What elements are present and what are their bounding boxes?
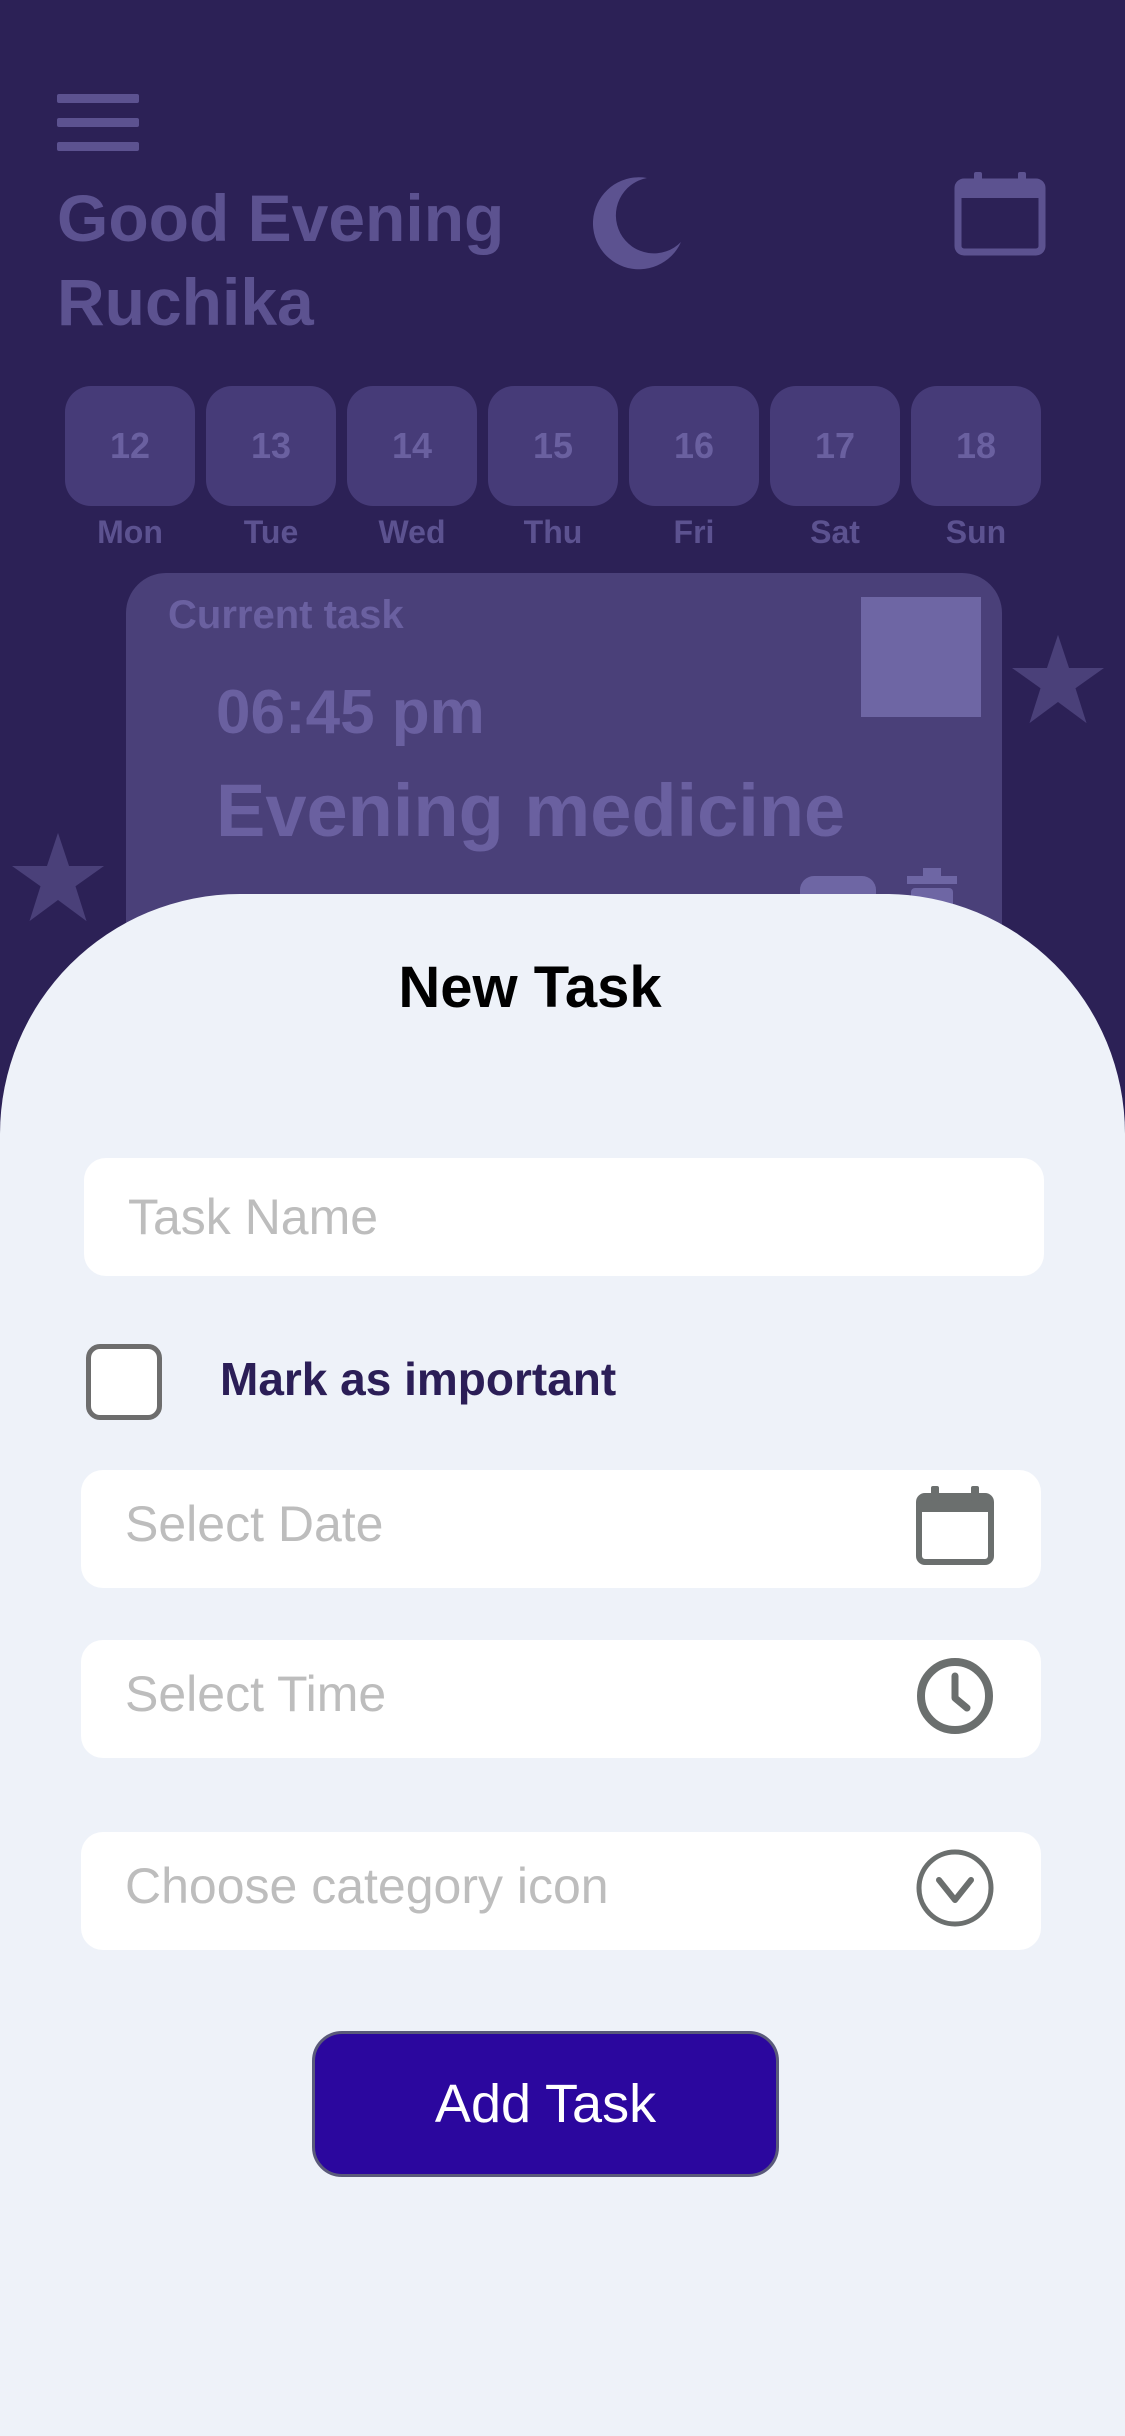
- sheet-title: New Task: [398, 955, 662, 1020]
- chevron-down-circle-icon[interactable]: [913, 1846, 997, 1930]
- current-task-label: Current task: [168, 593, 404, 637]
- select-time-placeholder: Select Time: [125, 1666, 387, 1722]
- day-name: Thu: [523, 514, 583, 550]
- select-time-field[interactable]: Select Time: [81, 1640, 1041, 1758]
- day-item[interactable]: 12 Mon: [65, 386, 195, 551]
- day-item[interactable]: 18 Sun: [911, 386, 1041, 551]
- add-task-button[interactable]: Add Task: [312, 2031, 779, 2177]
- select-date-placeholder: Select Date: [125, 1496, 384, 1552]
- day-date: 13: [206, 386, 336, 506]
- screen: Good Evening Ruchika 12 Mon 13 Tue 14 We…: [0, 0, 1125, 2436]
- day-name: Mon: [97, 514, 163, 550]
- day-name: Sat: [810, 514, 860, 550]
- day-item[interactable]: 14 Wed: [347, 386, 477, 551]
- calendar-icon[interactable]: [954, 172, 1046, 256]
- day-date: 17: [770, 386, 900, 506]
- day-name: Sun: [945, 514, 1007, 550]
- select-date-field[interactable]: Select Date: [81, 1470, 1041, 1588]
- clock-icon[interactable]: [913, 1654, 997, 1738]
- hamburger-menu-icon[interactable]: [57, 94, 139, 152]
- calendar-icon[interactable]: [913, 1484, 997, 1568]
- moon-icon: [592, 177, 681, 270]
- star-icon: [1012, 634, 1104, 724]
- greeting: Good Evening Ruchika: [57, 176, 577, 344]
- category-placeholder: Choose category icon: [125, 1858, 609, 1914]
- new-task-sheet: New Task Mark as important Select Date S…: [0, 894, 1125, 2436]
- day-name: Fri: [673, 514, 715, 550]
- day-date: 16: [629, 386, 759, 506]
- current-task-time: 06:45 pm: [216, 678, 485, 747]
- week-strip: 12 Mon 13 Tue 14 Wed 15 Thu 16 Fri 17 Sa…: [65, 386, 1065, 556]
- day-date: 14: [347, 386, 477, 506]
- day-date: 15: [488, 386, 618, 506]
- day-item[interactable]: 13 Tue: [206, 386, 336, 551]
- day-date: 18: [911, 386, 1041, 506]
- mark-important-checkbox[interactable]: [86, 1344, 162, 1420]
- greeting-line-1: Good Evening: [57, 181, 505, 255]
- mark-important-label: Mark as important: [220, 1353, 617, 1405]
- greeting-name: Ruchika: [57, 265, 314, 339]
- day-item[interactable]: 16 Fri: [629, 386, 759, 551]
- day-item[interactable]: 17 Sat: [770, 386, 900, 551]
- task-category-image: [861, 597, 981, 717]
- day-name: Tue: [243, 514, 299, 550]
- star-icon: [12, 832, 104, 922]
- day-name: Wed: [378, 514, 446, 550]
- current-task-title: Evening medicine: [216, 769, 846, 852]
- task-name-input[interactable]: [84, 1158, 1044, 1276]
- day-item[interactable]: 15 Thu: [488, 386, 618, 551]
- day-date: 12: [65, 386, 195, 506]
- category-select[interactable]: Choose category icon: [81, 1832, 1041, 1950]
